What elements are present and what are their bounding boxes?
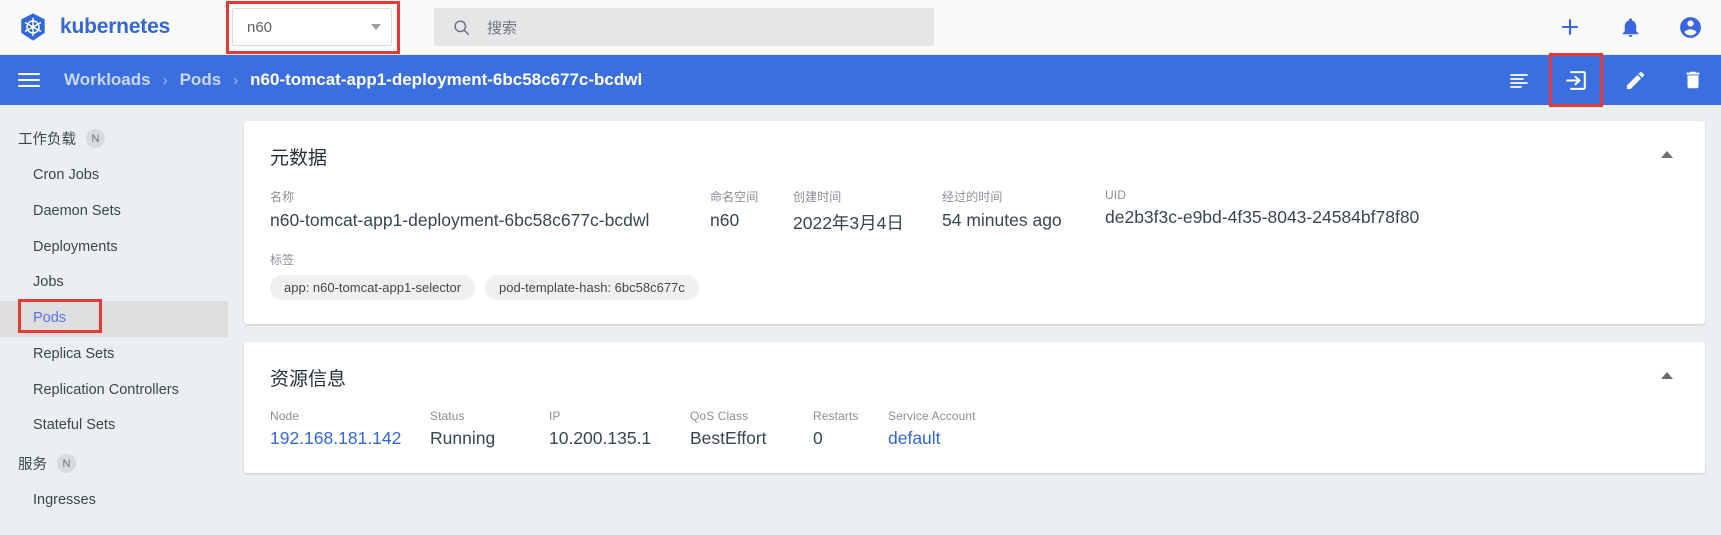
field-ip: IP 10.200.135.1 — [549, 409, 690, 449]
resource-card-title: 资源信息 — [270, 369, 347, 390]
field-label: Service Account — [888, 409, 976, 423]
metadata-fields-row: 名称 n60-tomcat-app1-deployment-6bc58c677c… — [270, 188, 1679, 235]
field-label: 经过的时间 — [942, 190, 1003, 204]
sidebar-group-label: 服务 — [18, 457, 47, 473]
search-input[interactable]: 搜索 — [487, 17, 517, 38]
field-value: n60 — [710, 210, 740, 230]
field-service-account: Service Account default — [888, 409, 976, 449]
sidebar-group-workloads[interactable]: 工作负载 N — [0, 119, 228, 158]
kubernetes-logo-icon — [21, 13, 45, 41]
metadata-card: 元数据 名称 n60-tomcat-app1-deployment-6bc58c… — [244, 121, 1705, 324]
field-value: de2b3f3c-e9bd-4f35-8043-24584bf78f80 — [1105, 207, 1420, 227]
field-creation-time: 创建时间 2022年3月4日 — [793, 188, 942, 235]
sidebar-item-pods-wrap: Pods — [0, 299, 228, 337]
namespace-badge: N — [57, 454, 76, 473]
brand[interactable]: kubernetes — [0, 12, 220, 42]
namespace-value: n60 — [247, 18, 273, 36]
breadcrumb-bar: Workloads › Pods › n60-tomcat-app1-deplo… — [0, 53, 1721, 107]
sidebar-item-cron-jobs[interactable]: Cron Jobs — [0, 158, 228, 194]
label-chip[interactable]: pod-template-hash: 6bc58c677c — [485, 275, 699, 300]
field-label: QoS Class — [690, 409, 749, 423]
field-label: Status — [430, 409, 465, 423]
sidebar-item-pods[interactable]: Pods — [0, 301, 228, 337]
search-bar[interactable]: 搜索 — [434, 8, 934, 46]
edit-pencil-icon[interactable] — [1621, 66, 1649, 94]
breadcrumb-item-current: n60-tomcat-app1-deployment-6bc58c677c-bc… — [250, 70, 643, 89]
logs-icon[interactable] — [1505, 66, 1533, 94]
add-icon[interactable] — [1557, 14, 1583, 40]
top-bar-actions — [1557, 14, 1703, 40]
sidebar-item-jobs[interactable]: Jobs — [0, 265, 228, 301]
field-namespace: 命名空间 n60 — [710, 188, 793, 231]
field-value: n60-tomcat-app1-deployment-6bc58c677c-bc… — [270, 210, 650, 230]
field-qos-class: QoS Class BestEffort — [690, 409, 813, 449]
field-value: BestEffort — [690, 428, 767, 448]
brand-title: kubernetes — [60, 15, 171, 38]
breadcrumb-actions — [1505, 53, 1707, 107]
field-label: IP — [549, 409, 561, 423]
metadata-card-header: 元数据 — [244, 121, 1705, 170]
namespace-select[interactable]: n60 — [232, 8, 392, 46]
field-label: Restarts — [813, 409, 859, 423]
main-content: 元数据 名称 n60-tomcat-app1-deployment-6bc58c… — [228, 105, 1721, 535]
field-name: 名称 n60-tomcat-app1-deployment-6bc58c677c… — [270, 188, 710, 231]
field-label: UID — [1105, 188, 1126, 202]
sidebar-group-label: 工作负载 — [18, 132, 76, 148]
labels-chip-list: app: n60-tomcat-app1-selector pod-templa… — [270, 275, 1679, 300]
namespace-selector-wrap: n60 — [226, 1, 400, 54]
sidebar: 工作负载 N Cron Jobs Daemon Sets Deployments… — [0, 105, 228, 535]
resource-info-card: 资源信息 Node 192.168.181.142 Status Running… — [244, 342, 1705, 473]
field-value[interactable]: default — [888, 428, 976, 449]
field-label: 名称 — [270, 190, 295, 204]
resource-card-body: Node 192.168.181.142 Status Running IP 1… — [244, 391, 1705, 473]
chevron-up-icon[interactable] — [1661, 372, 1673, 379]
labels-title: 标签 — [270, 253, 295, 267]
account-circle-icon[interactable] — [1677, 14, 1703, 40]
field-value: 54 minutes ago — [942, 210, 1062, 230]
field-value: 10.200.135.1 — [549, 428, 652, 448]
field-uid: UID de2b3f3c-e9bd-4f35-8043-24584bf78f80 — [1105, 188, 1419, 228]
page-body: 工作负载 N Cron Jobs Daemon Sets Deployments… — [0, 105, 1721, 535]
chevron-down-icon — [371, 24, 381, 30]
breadcrumb-item-workloads[interactable]: Workloads — [64, 70, 151, 90]
delete-trash-icon[interactable] — [1679, 66, 1707, 94]
breadcrumb-separator: › — [233, 71, 239, 89]
sidebar-item-deployments[interactable]: Deployments — [0, 230, 228, 266]
top-app-bar: kubernetes n60 搜索 — [0, 0, 1721, 55]
namespace-badge: N — [86, 129, 105, 148]
sidebar-item-replica-sets[interactable]: Replica Sets — [0, 337, 228, 373]
breadcrumb-item-pods[interactable]: Pods — [180, 70, 222, 90]
field-label: 命名空间 — [710, 190, 759, 204]
field-age: 经过的时间 54 minutes ago — [942, 188, 1105, 231]
search-icon — [454, 19, 470, 35]
sidebar-item-replication-controllers[interactable]: Replication Controllers — [0, 373, 228, 409]
label-chip[interactable]: app: n60-tomcat-app1-selector — [270, 275, 476, 300]
resource-card-header: 资源信息 — [244, 342, 1705, 391]
hamburger-menu-icon[interactable] — [18, 73, 40, 87]
chevron-up-icon[interactable] — [1661, 151, 1673, 158]
field-status: Status Running — [430, 409, 549, 449]
field-label: Node — [270, 409, 300, 423]
field-value: 0 — [813, 428, 823, 448]
metadata-card-body: 名称 n60-tomcat-app1-deployment-6bc58c677c… — [244, 170, 1705, 324]
metadata-card-title: 元数据 — [270, 148, 328, 169]
breadcrumb: Workloads › Pods › n60-tomcat-app1-deplo… — [64, 70, 642, 90]
sidebar-item-ingresses[interactable]: Ingresses — [0, 483, 228, 519]
resource-fields-row: Node 192.168.181.142 Status Running IP 1… — [270, 409, 1679, 449]
field-value[interactable]: 192.168.181.142 — [270, 428, 430, 449]
sidebar-group-services[interactable]: 服务 N — [0, 444, 228, 483]
sidebar-item-daemon-sets[interactable]: Daemon Sets — [0, 194, 228, 230]
field-node: Node 192.168.181.142 — [270, 409, 430, 449]
breadcrumb-separator: › — [162, 71, 168, 89]
field-value: Running — [430, 428, 496, 448]
field-value: 2022年3月4日 — [793, 213, 904, 233]
field-restarts: Restarts 0 — [813, 409, 888, 449]
exec-terminal-icon[interactable] — [1549, 53, 1603, 107]
sidebar-item-stateful-sets[interactable]: Stateful Sets — [0, 408, 228, 444]
notifications-bell-icon[interactable] — [1617, 14, 1643, 40]
field-label: 创建时间 — [793, 190, 842, 204]
